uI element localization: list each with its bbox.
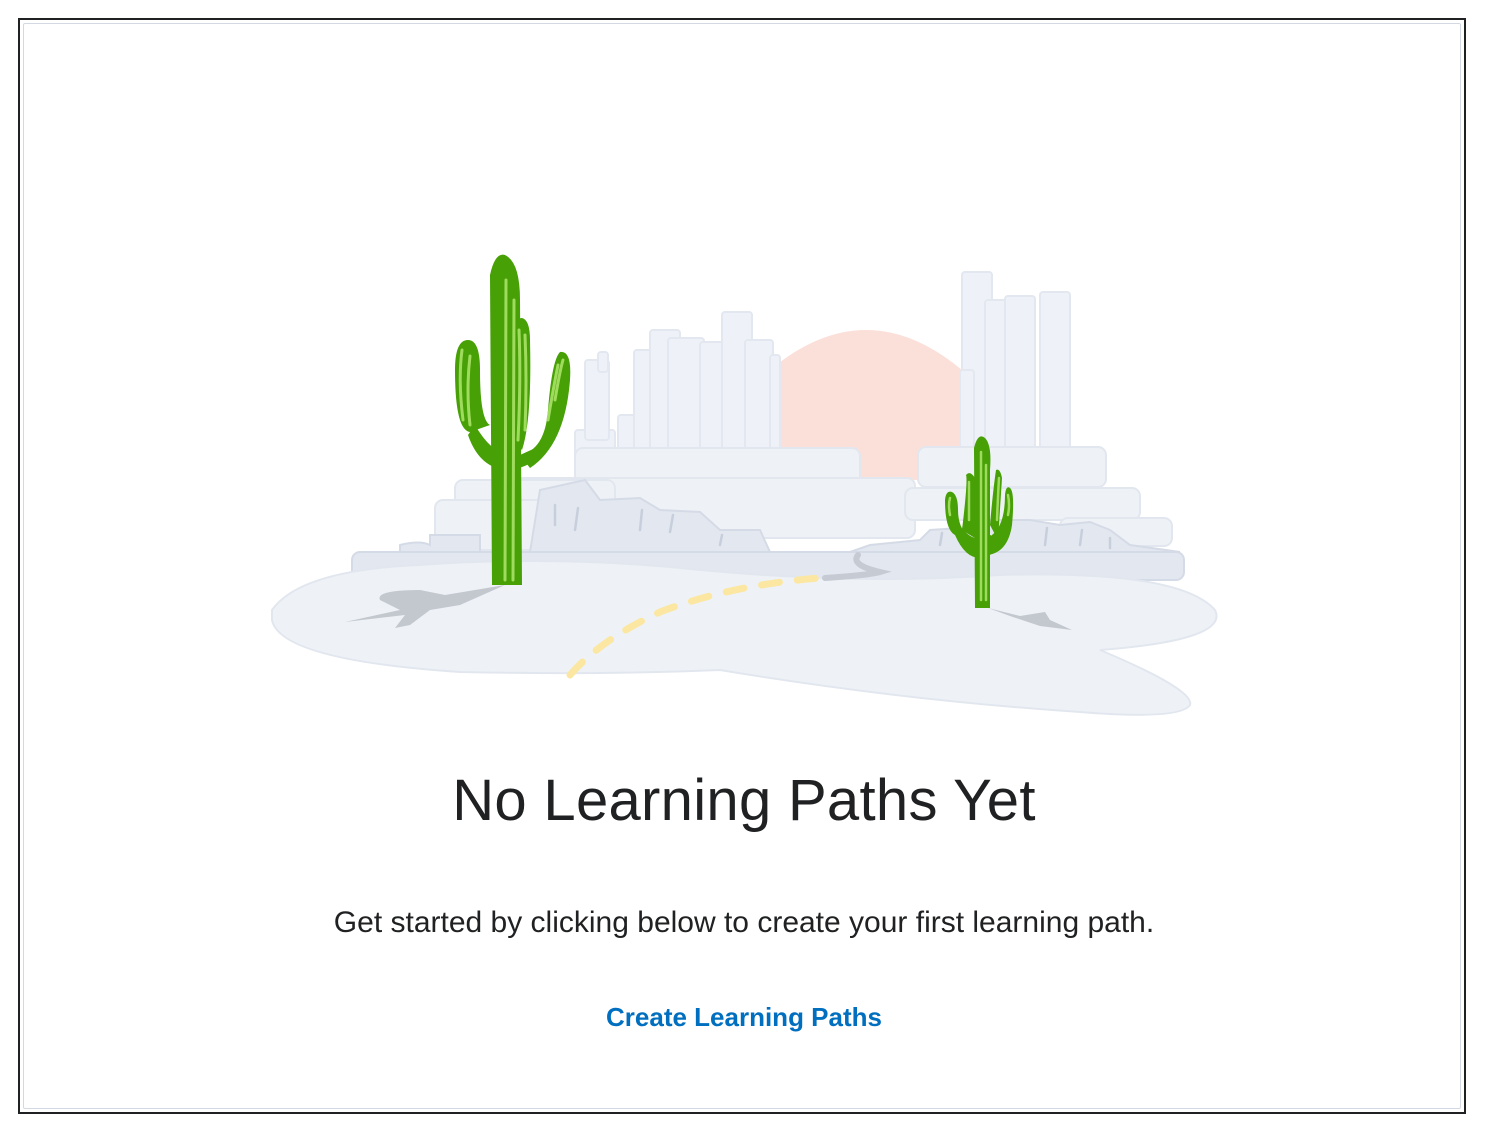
desert-cactus-illustration — [271, 254, 1218, 716]
empty-state-action: Create Learning Paths — [0, 1002, 1488, 1033]
empty-state-description: Get started by clicking below to create … — [333, 906, 1155, 939]
ground-sand — [271, 560, 1218, 716]
empty-state-title: No Learning Paths Yet — [452, 768, 1036, 833]
create-learning-paths-link[interactable]: Create Learning Paths — [606, 1002, 882, 1032]
